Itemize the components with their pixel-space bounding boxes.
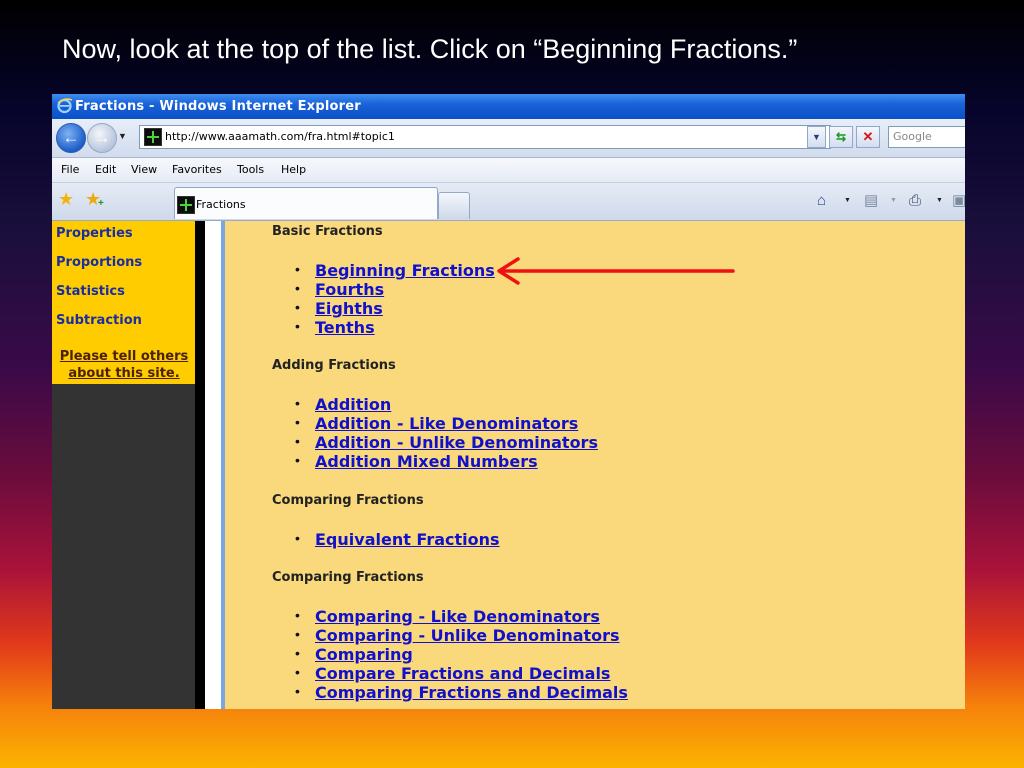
bullet-icon: • bbox=[295, 280, 300, 296]
sidebar-item-proportions[interactable]: Proportions bbox=[56, 255, 142, 270]
back-button[interactable]: ← bbox=[56, 123, 86, 153]
sidebar-item-subtraction[interactable]: Subtraction bbox=[56, 313, 142, 328]
tab-favicon-icon bbox=[177, 196, 195, 214]
sidebar-item-statistics[interactable]: Statistics bbox=[56, 284, 125, 299]
bullet-icon: • bbox=[295, 433, 300, 449]
section-heading-comparing: Comparing Fractions bbox=[272, 493, 424, 508]
history-dropdown-icon[interactable]: ▼ bbox=[118, 131, 127, 141]
bullet-icon: • bbox=[295, 414, 300, 430]
print-dropdown-icon[interactable]: ▼ bbox=[936, 197, 943, 204]
menu-view[interactable]: View bbox=[131, 163, 157, 176]
window-title: Fractions - Windows Internet Explorer bbox=[75, 99, 361, 114]
bullet-icon: • bbox=[295, 683, 300, 699]
home-dropdown-icon[interactable]: ▼ bbox=[844, 197, 851, 204]
frame-gap bbox=[205, 221, 221, 709]
menu-edit[interactable]: Edit bbox=[95, 163, 116, 176]
page-content: Properties Proportions Statistics Subtra… bbox=[52, 221, 965, 709]
menu-favorites[interactable]: Favorites bbox=[172, 163, 222, 176]
frame-stripe bbox=[221, 221, 225, 709]
bullet-icon: • bbox=[295, 664, 300, 680]
address-bar: ← → ▼ http://www.aaamath.com/fra.html#to… bbox=[52, 119, 965, 158]
search-placeholder: Google bbox=[893, 130, 932, 143]
link-beginning-fractions[interactable]: Beginning Fractions bbox=[315, 261, 495, 280]
feeds-dropdown-icon[interactable]: ▼ bbox=[890, 197, 897, 204]
bullet-icon: • bbox=[295, 452, 300, 468]
refresh-icon: ⇆ bbox=[835, 130, 847, 144]
forward-arrow-icon: → bbox=[93, 128, 111, 147]
forward-button[interactable]: → bbox=[87, 123, 117, 153]
page-icon[interactable]: ▣ bbox=[952, 193, 965, 209]
link-addition-like[interactable]: Addition - Like Denominators bbox=[315, 414, 578, 433]
print-icon[interactable]: ⎙ bbox=[909, 193, 921, 209]
url-dropdown-button[interactable]: ▼ bbox=[807, 126, 826, 148]
menu-tools[interactable]: Tools bbox=[237, 163, 264, 176]
link-equivalent-fractions[interactable]: Equivalent Fractions bbox=[315, 530, 500, 549]
home-icon[interactable]: ⌂ bbox=[817, 193, 826, 209]
bullet-icon: • bbox=[295, 261, 300, 277]
link-tenths[interactable]: Tenths bbox=[315, 318, 375, 337]
menu-help[interactable]: Help bbox=[281, 163, 306, 176]
tab-bar: ★ ★ + Fractions ⌂ ▼ ▤ ▼ ⎙ ▼ ▣ bbox=[52, 183, 965, 221]
title-bar: Fractions - Windows Internet Explorer bbox=[52, 94, 965, 119]
link-comparing[interactable]: Comparing bbox=[315, 645, 413, 664]
bullet-icon: • bbox=[295, 299, 300, 315]
link-addition-mixed[interactable]: Addition Mixed Numbers bbox=[315, 452, 538, 471]
link-addition-unlike[interactable]: Addition - Unlike Denominators bbox=[315, 433, 598, 452]
link-comparing-unlike[interactable]: Comparing - Unlike Denominators bbox=[315, 626, 620, 645]
frame-border bbox=[195, 221, 205, 709]
bullet-icon: • bbox=[295, 607, 300, 623]
bullet-icon: • bbox=[295, 645, 300, 661]
ie-logo-icon bbox=[57, 98, 73, 114]
section-heading-comparing-2: Comparing Fractions bbox=[272, 570, 424, 585]
chevron-down-icon: ▼ bbox=[812, 132, 821, 142]
sidebar: Properties Proportions Statistics Subtra… bbox=[52, 221, 195, 709]
tab-fractions[interactable]: Fractions bbox=[174, 187, 438, 219]
link-addition[interactable]: Addition bbox=[315, 395, 391, 414]
bullet-icon: • bbox=[295, 626, 300, 642]
url-field[interactable]: http://www.aaamath.com/fra.html#topic1 bbox=[139, 125, 831, 149]
tab-label: Fractions bbox=[196, 198, 246, 211]
link-fourths[interactable]: Fourths bbox=[315, 280, 384, 299]
new-tab-button[interactable] bbox=[438, 192, 470, 219]
bullet-icon: • bbox=[295, 318, 300, 334]
main-content: Basic Fractions • Beginning Fractions • … bbox=[272, 221, 965, 709]
section-heading-basic: Basic Fractions bbox=[272, 224, 383, 239]
feeds-icon[interactable]: ▤ bbox=[864, 193, 878, 209]
slide-instruction: Now, look at the top of the list. Click … bbox=[62, 34, 798, 64]
bullet-icon: • bbox=[295, 395, 300, 411]
stop-button[interactable]: ✕ bbox=[856, 126, 880, 148]
favorites-star-icon[interactable]: ★ bbox=[58, 189, 74, 209]
link-comparing-like[interactable]: Comparing - Like Denominators bbox=[315, 607, 600, 626]
link-comparing-fractions-decimals[interactable]: Comparing Fractions and Decimals bbox=[315, 683, 628, 702]
refresh-button[interactable]: ⇆ bbox=[829, 126, 853, 148]
menu-file[interactable]: File bbox=[61, 163, 79, 176]
link-eighths[interactable]: Eighths bbox=[315, 299, 383, 318]
site-favicon-icon bbox=[144, 128, 162, 146]
add-plus-icon: + bbox=[98, 198, 104, 209]
browser-window: Fractions - Windows Internet Explorer ← … bbox=[52, 94, 965, 709]
sidebar-nav: Properties Proportions Statistics Subtra… bbox=[52, 221, 195, 384]
search-input[interactable]: Google bbox=[888, 126, 965, 148]
tell-others-line2: about this site. bbox=[68, 366, 180, 381]
menu-bar: File Edit View Favorites Tools Help bbox=[52, 158, 965, 183]
stop-icon: ✕ bbox=[862, 129, 874, 144]
bullet-icon: • bbox=[295, 530, 300, 546]
url-text: http://www.aaamath.com/fra.html#topic1 bbox=[165, 130, 395, 143]
back-arrow-icon: ← bbox=[62, 128, 80, 147]
sidebar-item-properties[interactable]: Properties bbox=[56, 226, 133, 241]
section-heading-adding: Adding Fractions bbox=[272, 358, 396, 373]
tell-others-link[interactable]: Please tell others about this site. bbox=[55, 348, 193, 382]
link-compare-fractions-decimals[interactable]: Compare Fractions and Decimals bbox=[315, 664, 610, 683]
tell-others-line1: Please tell others bbox=[59, 349, 189, 364]
